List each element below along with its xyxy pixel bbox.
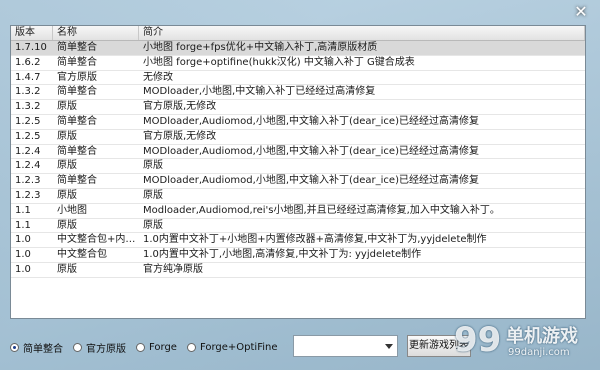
name-cell: 简单整合 xyxy=(57,145,97,157)
description-cell: 小地图 forge+optifine(hukk汉化) 中文输入补丁 G键合成表 xyxy=(143,56,415,68)
table-row[interactable]: 1.2.3 简单整合 MODloader,Audiomod,小地图,中文输入补丁(d… xyxy=(11,174,585,189)
version-cell: 1.6.2 xyxy=(15,56,41,68)
name-cell: 原版 xyxy=(57,130,77,142)
name-cell: 简单整合 xyxy=(57,115,97,127)
name-cell: 简单整合 xyxy=(57,56,97,68)
description-cell: 原版 xyxy=(143,160,163,172)
table-row[interactable]: 1.0 中文整合包+内… 1.0内置中文补丁+小地图+内置修改器+高清修复,中文补丁… xyxy=(11,233,585,249)
table-row[interactable]: 1.2.5 简单整合 MODloader,Audiomod,小地图,中文输入补丁(d… xyxy=(11,115,585,130)
version-cell: 1.2.4 xyxy=(15,160,41,172)
description-cell: 无修改 xyxy=(143,71,173,83)
radio-dot-icon[interactable] xyxy=(186,342,196,352)
version-cell: 1.2.4 xyxy=(15,145,41,157)
table-row[interactable]: 1.2.5 原版 官方原版,无修改 xyxy=(11,130,585,145)
radio-dot-icon[interactable] xyxy=(136,342,145,352)
list-header: 版本 名称 简介 xyxy=(11,26,585,41)
name-cell: 原版 xyxy=(57,263,77,275)
table-row[interactable]: 1.1 小地图 Modloader,Audiomod,rei's小地图,并且已经经过… xyxy=(11,204,585,219)
description-cell: MODloader,Audiomod,小地图,中文输入补丁(dear_ice)已… xyxy=(143,145,479,157)
table-row[interactable]: 1.3.2 原版 官方原版,无修改 xyxy=(11,100,585,115)
description-cell: 1.0内置中文补丁+小地图+内置修改器+高清修复,中文补丁为,yyjdelete… xyxy=(143,234,487,246)
description-cell: 官方原版,无修改 xyxy=(143,101,217,113)
watermark-url: 99danji.com xyxy=(508,347,570,358)
version-cell: 1.4.7 xyxy=(15,71,41,83)
name-cell: 简单整合 xyxy=(57,86,97,98)
version-cell: 1.1 xyxy=(15,219,31,231)
version-cell: 1.3.2 xyxy=(15,101,41,113)
description-cell: MODloader,Audiomod,小地图,中文输入补丁(dear_ice)已… xyxy=(143,175,479,187)
filter-radio[interactable]: Forge xyxy=(136,342,177,353)
radio-dot-icon[interactable] xyxy=(10,342,19,352)
version-cell: 1.2.3 xyxy=(15,189,41,201)
close-icon[interactable]: ✕ xyxy=(570,3,592,21)
description-cell: 1.0内置中文补丁,小地图,高清修复,中文补丁为: yyjdelete制作 xyxy=(143,249,422,261)
version-cell: 1.2.3 xyxy=(15,175,41,187)
filter-radio[interactable]: 简单整合 xyxy=(10,340,63,355)
chevron-down-icon[interactable] xyxy=(385,344,393,349)
version-list: 版本 名称 简介 1.7.10 简单整合 小地图 forge+fps优化+中文输入补… xyxy=(10,25,586,319)
watermark-number: 99 xyxy=(454,320,502,360)
name-cell: 官方原版 xyxy=(57,71,97,83)
version-cell: 1.0 xyxy=(15,249,31,261)
description-cell: MODloader,Audiomod,小地图,中文输入补丁(dear_ice)已… xyxy=(143,115,479,127)
name-cell: 中文整合包 xyxy=(57,249,107,261)
filter-radio-label: Forge xyxy=(149,341,177,353)
description-cell: 官方原版,无修改 xyxy=(143,130,217,142)
version-select[interactable] xyxy=(293,335,398,357)
filter-radio[interactable]: Forge+OptiFine xyxy=(186,341,278,353)
description-cell: 原版 xyxy=(143,189,163,201)
filter-radio-group: 简单整合 官方原版 Forge Forge+OptiFine xyxy=(10,340,288,355)
name-cell: 中文整合包+内… xyxy=(57,234,136,246)
filter-radio-label: 官方原版 xyxy=(86,343,126,355)
launcher-window: ✕ 版本 名称 简介 1.7.10 简单整合 小地图 forge+fps优化+中文输… xyxy=(0,0,600,370)
description-cell: 小地图 forge+fps优化+中文输入补丁,高清原版材质 xyxy=(143,42,378,53)
name-cell: 原版 xyxy=(57,189,77,201)
table-row[interactable]: 1.1 原版 原版 xyxy=(11,219,585,234)
name-cell: 原版 xyxy=(57,101,77,113)
table-row[interactable]: 1.2.3 原版 原版 xyxy=(11,189,585,204)
table-row[interactable]: 1.0 中文整合包 1.0内置中文补丁,小地图,高清修复,中文补丁为: yyjdel… xyxy=(11,248,585,263)
version-cell: 1.1 xyxy=(15,204,31,216)
table-row[interactable]: 1.3.2 简单整合 MODloader,小地图,中文输入补丁已经经过高清修复 xyxy=(11,85,585,101)
version-cell: 1.0 xyxy=(15,234,31,246)
filter-radio[interactable]: 官方原版 xyxy=(73,340,126,355)
column-header-description[interactable]: 简介 xyxy=(139,26,585,40)
description-cell: 官方纯净原版 xyxy=(143,263,203,275)
version-cell: 1.0 xyxy=(15,263,31,275)
watermark-name: 单机游戏 xyxy=(506,326,578,347)
description-cell: MODloader,小地图,中文输入补丁已经经过高清修复 xyxy=(143,86,376,98)
name-cell: 原版 xyxy=(57,219,77,231)
version-cell: 1.2.5 xyxy=(15,115,41,127)
table-row[interactable]: 1.2.4 简单整合 MODloader,Audiomod,小地图,中文输入补丁(d… xyxy=(11,145,585,160)
table-row[interactable]: 1.6.2 简单整合 小地图 forge+optifine(hukk汉化) 中文输入… xyxy=(11,56,585,71)
filter-radio-label: Forge+OptiFine xyxy=(199,341,278,353)
radio-dot-icon[interactable] xyxy=(73,342,82,352)
version-cell: 1.7.10 xyxy=(15,42,47,53)
column-header-version[interactable]: 版本 xyxy=(11,26,53,40)
name-cell: 简单整合 xyxy=(57,42,97,53)
list-body: 1.7.10 简单整合 小地图 forge+fps优化+中文输入补丁,高清原版材质 1… xyxy=(11,41,585,278)
column-header-name[interactable]: 名称 xyxy=(53,26,139,40)
filter-radio-label: 简单整合 xyxy=(23,343,63,355)
table-row[interactable]: 1.7.10 简单整合 小地图 forge+fps优化+中文输入补丁,高清原版材质 xyxy=(11,41,585,56)
table-row[interactable]: 1.4.7 官方原版 无修改 xyxy=(11,71,585,86)
table-row[interactable]: 1.2.4 原版 原版 xyxy=(11,159,585,175)
description-cell: Modloader,Audiomod,rei's小地图,并且已经经过高清修复,加… xyxy=(143,204,500,216)
name-cell: 简单整合 xyxy=(57,175,97,187)
description-cell: 原版 xyxy=(143,219,163,231)
site-watermark-logo: 99 单机游戏 99danji.com xyxy=(454,320,594,364)
name-cell: 原版 xyxy=(57,160,77,172)
table-row[interactable]: 1.0 原版 官方纯净原版 xyxy=(11,263,585,278)
version-cell: 1.3.2 xyxy=(15,86,41,98)
version-cell: 1.2.5 xyxy=(15,130,41,142)
name-cell: 小地图 xyxy=(57,204,87,216)
